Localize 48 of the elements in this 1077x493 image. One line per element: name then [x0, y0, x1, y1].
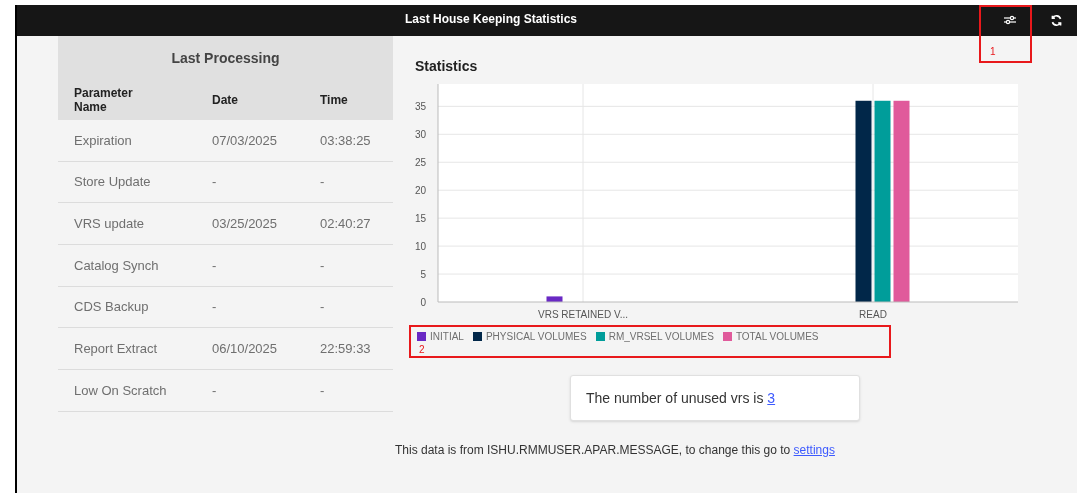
footer-text: This data is from ISHU.RMMUSER.APAR.MESSAGE, to change this go to settings — [395, 442, 836, 459]
y-tick-label: 10 — [414, 241, 426, 253]
table-cell-text: Catalog Synch — [74, 256, 160, 275]
table-cell-text: 03:38:25 — [320, 131, 371, 150]
table-cell-text: VRS update — [74, 214, 146, 233]
column-header: Date — [212, 92, 239, 109]
table-cell-text: - — [320, 256, 325, 275]
window-title: Last House Keeping Statistics — [405, 11, 578, 28]
y-tick-label: 35 — [414, 101, 426, 113]
column-header: Time — [320, 92, 348, 109]
panel-title: Last Processing — [171, 48, 280, 68]
table-cell-text: Store Update — [74, 173, 152, 192]
column-header: Parameter Name — [74, 86, 134, 114]
table-cell-text: - — [212, 381, 218, 400]
y-tick-label: 0 — [420, 297, 426, 308]
table-cell-text: 22:59:33 — [320, 340, 371, 359]
section-title: Statistics — [415, 57, 479, 76]
y-tick-label: 30 — [414, 129, 426, 141]
table-cell-text: 03/25/2025 — [212, 214, 279, 233]
callout-number: 2 — [419, 343, 425, 357]
y-tick-label: 5 — [420, 269, 426, 281]
table-cell-text: - — [320, 173, 325, 192]
table-cell-text: Expiration — [74, 131, 133, 150]
unused-vrs-text: The number of unused vrs is 3 — [586, 388, 776, 408]
x-tick-label: READ — [859, 309, 887, 320]
y-tick-label: 25 — [414, 157, 426, 169]
table-cell-text: - — [212, 298, 218, 317]
bar — [546, 296, 563, 302]
count-link[interactable]: 3 — [767, 389, 776, 406]
y-tick-label: 15 — [414, 213, 426, 225]
table-cell-text: CDS Backup — [74, 298, 150, 317]
settings-link[interactable]: settings — [793, 443, 835, 457]
table-cell-text: 06/10/2025 — [212, 340, 279, 359]
legend-label: PHYSICAL VOLUMES — [485, 330, 587, 344]
table-cell-text: Report Extract — [74, 340, 159, 359]
table-cell-text: 02:40:27 — [320, 214, 371, 233]
legend-label: INITIAL — [430, 330, 464, 344]
callout-number: 1 — [990, 45, 996, 59]
y-tick-label: 20 — [414, 185, 426, 197]
legend-label: RM_VRSEL VOLUMES — [608, 330, 714, 344]
table-cell-text: - — [212, 256, 218, 275]
table-cell-text: - — [320, 298, 325, 317]
table-cell-text: Low On Scratch — [74, 381, 168, 400]
table-cell-text: 07/03/2025 — [212, 131, 279, 150]
legend-label: TOTAL VOLUMES — [735, 330, 819, 344]
table-cell-text: - — [320, 381, 325, 400]
table-cell-text: - — [212, 173, 218, 192]
x-tick-label: VRS RETAINED V... — [538, 309, 628, 320]
